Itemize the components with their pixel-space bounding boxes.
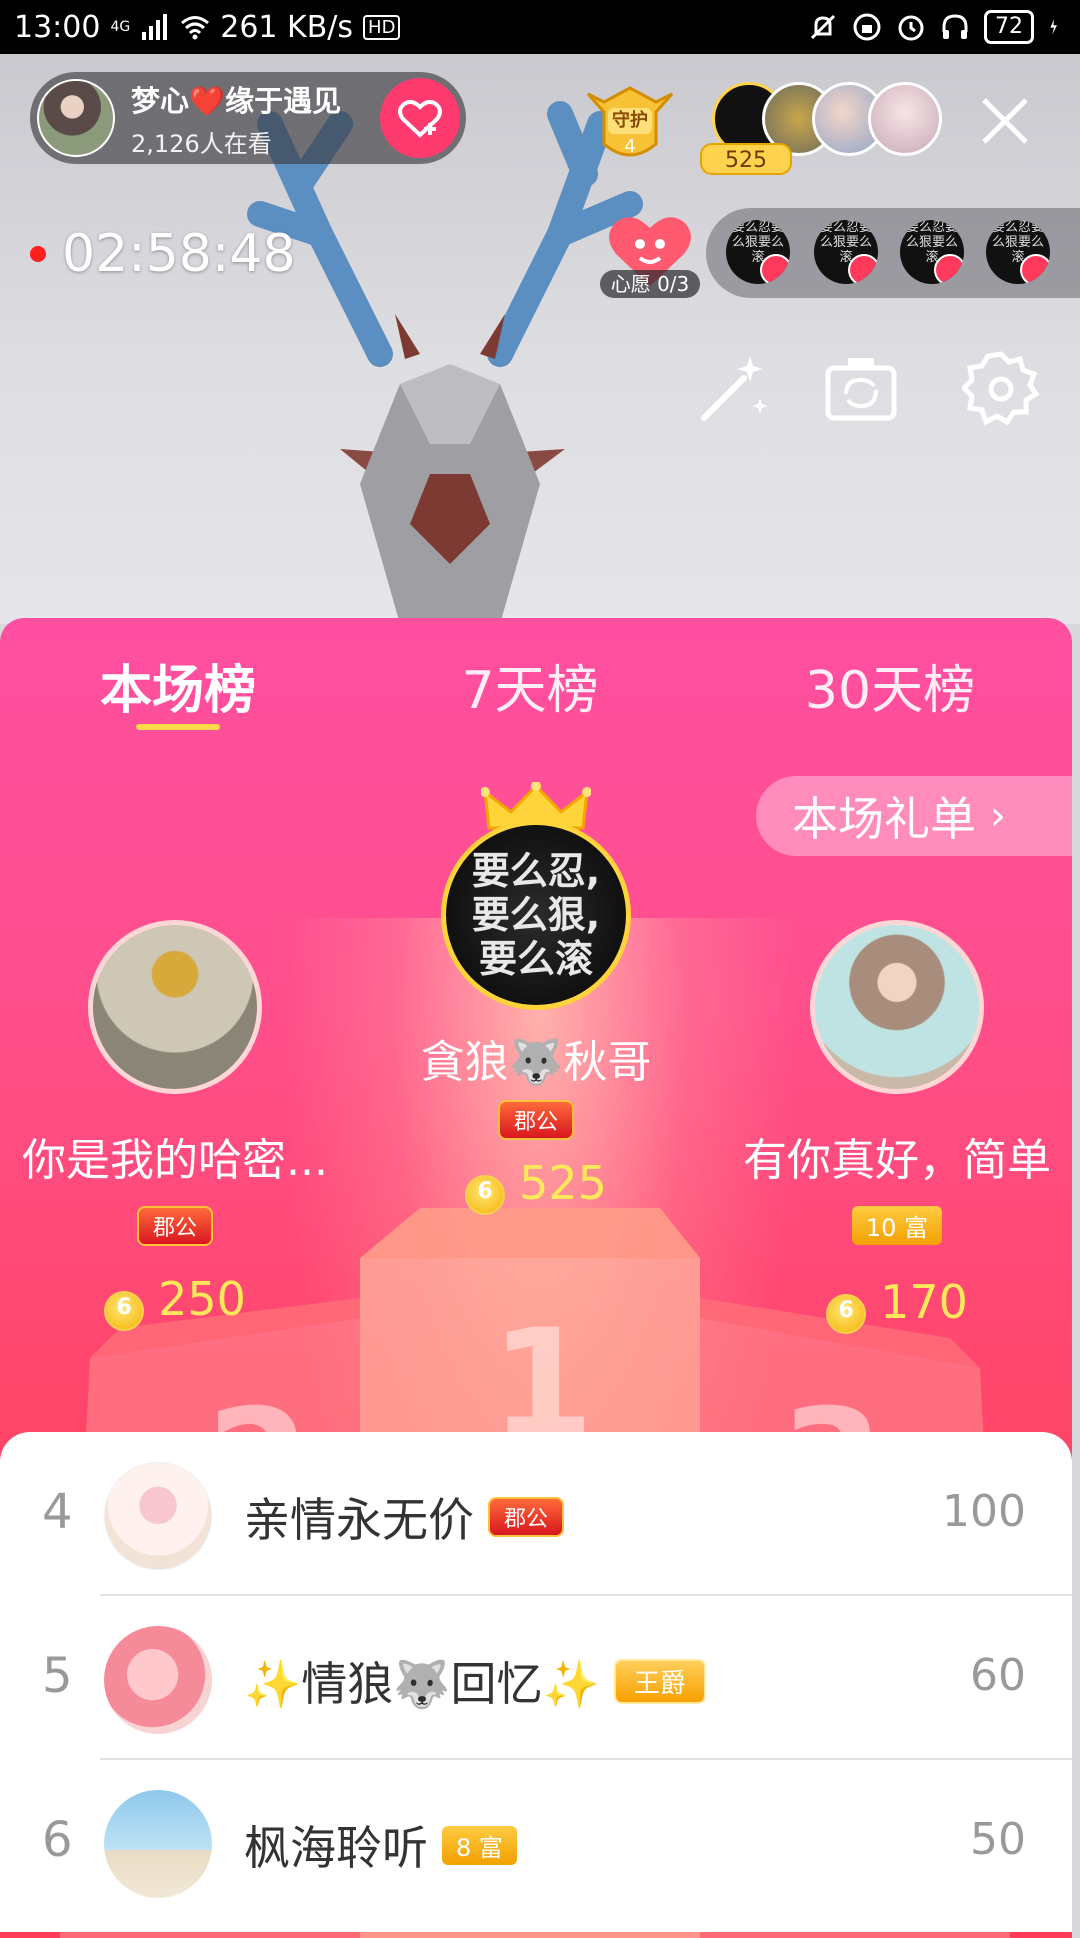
third-place[interactable]: 有你真好，简单 10 富 170	[722, 920, 1072, 1334]
rank-number: 4	[42, 1484, 73, 1540]
lock-rotation-icon	[853, 13, 881, 41]
list-item-badge: 郡公	[488, 1497, 565, 1537]
second-place-score-row: 250	[0, 1272, 350, 1331]
tab-30-days[interactable]: 30天榜	[780, 648, 1000, 723]
wifi-icon	[181, 16, 210, 40]
live-timer: 02:58:48	[30, 224, 296, 284]
coin-icon	[465, 1174, 506, 1215]
first-place-name: 貪狼🐺秋哥	[420, 1037, 652, 1088]
headphones-icon	[942, 14, 968, 39]
list-item[interactable]: 5 ✨情狼🐺回忆✨ 王爵 60	[0, 1596, 1072, 1760]
avatar[interactable]	[104, 1626, 212, 1734]
list-item-name-row: ✨情狼🐺回忆✨ 王爵	[244, 1648, 706, 1714]
follow-button[interactable]	[380, 78, 460, 158]
wish-label[interactable]: 心愿 0/3	[600, 270, 700, 298]
list-item[interactable]: 6 枫海聆听 8 富 50	[0, 1760, 1072, 1924]
list-item-name: 枫海聆听	[244, 1821, 428, 1875]
signal-icon: 4G	[110, 20, 130, 34]
second-place-score: 250	[158, 1272, 246, 1326]
list-item-score: 100	[942, 1486, 1026, 1537]
rank-number: 6	[42, 1812, 73, 1868]
gift-list-label: 本场礼单	[792, 792, 976, 846]
list-item-badge: 8 富	[442, 1825, 517, 1865]
gift-list-button[interactable]: 本场礼单 ›	[756, 776, 1072, 856]
chevron-right-icon: ›	[990, 793, 1006, 839]
alarm-icon	[898, 15, 924, 41]
avatar[interactable]	[104, 1462, 212, 1570]
list-item-name-row: 枫海聆听 8 富	[244, 1812, 517, 1878]
tab-7-days[interactable]: 7天榜	[440, 648, 620, 723]
sofa-icon	[934, 254, 964, 284]
tab-this-session[interactable]: 本场榜	[88, 648, 268, 723]
list-item-score: 60	[970, 1650, 1026, 1701]
list-item[interactable]: 4 亲情永无价 郡公 100	[0, 1432, 1072, 1596]
list-item-name: 亲情永无价	[244, 1493, 474, 1547]
close-icon[interactable]	[978, 94, 1032, 148]
second-place-name: 你是我的哈密...	[22, 1135, 328, 1186]
coin-icon	[104, 1290, 145, 1331]
first-place-avatar-text: 要么忍, 要么狠, 要么滚	[471, 849, 601, 981]
network-type: 4G	[110, 19, 131, 35]
signal-bars-icon	[142, 14, 168, 40]
seat-avatar[interactable]: 要么忍要么狠要么滚	[726, 220, 790, 284]
first-place-score: 525	[519, 1156, 607, 1210]
third-place-avatar[interactable]	[810, 920, 984, 1094]
sofa-icon	[760, 254, 790, 284]
first-place-avatar[interactable]: 要么忍, 要么狠, 要么滚	[441, 820, 631, 1010]
leaderboard-tabs: 本场榜 7天榜 30天榜	[0, 648, 1072, 728]
list-item-name: ✨情狼🐺回忆✨	[244, 1657, 600, 1711]
host-card[interactable]: 梦心❤️缘于遇见 2,126人在看	[30, 72, 466, 164]
flip-camera-icon[interactable]	[822, 350, 900, 428]
seat-avatar[interactable]: 要么忍要么狠要么滚	[986, 220, 1050, 284]
elapsed-time: 02:58:48	[62, 224, 296, 284]
recording-dot	[30, 246, 46, 262]
settings-gear-icon[interactable]	[962, 350, 1040, 428]
seat-avatar[interactable]: 要么忍要么狠要么滚	[900, 220, 964, 284]
coin-icon	[826, 1293, 867, 1334]
host-name: 梦心❤️缘于遇见	[131, 83, 342, 118]
battery-indicator: 72	[984, 10, 1034, 44]
guard-label: 守护	[612, 110, 648, 131]
magic-wand-icon[interactable]	[694, 350, 772, 428]
third-place-badge: 10 富	[851, 1206, 943, 1245]
seat-strip: 要么忍要么狠要么滚 要么忍要么狠要么滚 要么忍要么狠要么滚 要么忍要么狠要么滚	[706, 208, 1080, 298]
first-place[interactable]: 要么忍, 要么狠, 要么滚 貪狼🐺秋哥 郡公 525	[336, 782, 736, 1215]
third-place-score: 170	[880, 1275, 968, 1329]
charging-icon	[1050, 19, 1057, 35]
list-item-score: 50	[970, 1814, 1026, 1865]
avatar[interactable]	[104, 1790, 212, 1898]
third-place-name: 有你真好，简单	[743, 1135, 1051, 1186]
list-item-badge: 王爵	[613, 1658, 706, 1704]
rank-list: 4 亲情永无价 郡公 100 5 ✨情狼🐺回忆✨ 王爵 60 6 枫海聆听 8 …	[0, 1432, 1072, 1932]
status-bar: 13:00 4G 261 KB/s HD 72	[0, 0, 1080, 54]
active-tab-indicator	[136, 724, 220, 730]
guard-badge[interactable]: 守护 4	[582, 84, 678, 166]
audience-contribution-count: 525	[700, 143, 792, 175]
network-speed: 261 KB/s	[220, 9, 354, 45]
audience-avatar[interactable]	[868, 82, 942, 156]
first-place-badge: 郡公	[497, 1100, 574, 1140]
second-place[interactable]: 你是我的哈密... 郡公 250	[0, 920, 350, 1331]
second-place-badge: 郡公	[136, 1206, 213, 1246]
list-item-name-row: 亲情永无价 郡公	[244, 1484, 565, 1550]
third-place-score-row: 170	[722, 1275, 1072, 1334]
viewer-count: 2,126人在看	[131, 129, 272, 158]
host-avatar[interactable]	[37, 79, 115, 157]
first-place-score-row: 525	[336, 1156, 736, 1215]
sofa-icon	[1020, 254, 1050, 284]
mute-bell-icon	[810, 14, 836, 40]
guard-count: 4	[624, 136, 636, 157]
hd-badge: HD	[363, 14, 401, 40]
second-place-avatar[interactable]	[88, 920, 262, 1094]
status-time: 13:00	[14, 9, 101, 45]
heart-plus-icon	[398, 100, 442, 138]
sofa-icon	[848, 254, 878, 284]
rank-number: 5	[42, 1648, 73, 1704]
seat-avatar[interactable]: 要么忍要么狠要么滚	[814, 220, 878, 284]
